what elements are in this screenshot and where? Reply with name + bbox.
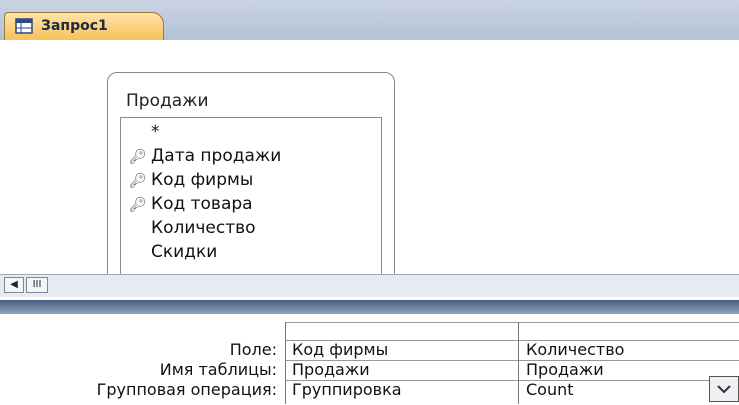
table-title: Продажи [126, 91, 209, 111]
horizontal-scrollbar[interactable]: ◀ III [0, 274, 739, 297]
field-item[interactable]: Количество [129, 218, 256, 242]
table-field-list-window[interactable]: Продажи * 🔑︎ Дата продажи 🔑︎ Код фирмы 🔑︎ К… [107, 72, 395, 288]
chevron-down-icon [717, 385, 731, 394]
field-label: Количество [151, 218, 256, 238]
cell-group-2[interactable]: Count [526, 380, 574, 399]
grid-line [518, 322, 519, 404]
row-label-field: Поле: [229, 340, 277, 359]
cell-table-1[interactable]: Продажи [292, 360, 370, 379]
cell-group-1[interactable]: Группировка [292, 380, 402, 399]
key-icon: 🔑︎ [129, 173, 147, 189]
tab-query1[interactable]: Запрос1 [4, 12, 164, 40]
key-icon: 🔑︎ [129, 149, 147, 165]
field-item[interactable]: 🔑︎ Дата продажи [129, 146, 281, 170]
cell-field-2[interactable]: Количество [526, 340, 624, 359]
query-design-area: Продажи * 🔑︎ Дата продажи 🔑︎ Код фирмы 🔑︎ К… [0, 40, 739, 288]
key-icon: 🔑︎ [129, 197, 147, 213]
grip-icon: III [32, 279, 42, 290]
scrollbar-thumb[interactable]: III [26, 277, 48, 293]
field-label: Код фирмы [151, 170, 254, 190]
scroll-left-button[interactable]: ◀ [4, 277, 24, 293]
field-label: Код товара [151, 194, 253, 214]
field-label: * [151, 122, 160, 142]
cell-field-1[interactable]: Код фирмы [292, 340, 388, 359]
query-design-grid: Поле: Имя таблицы: Групповая операция: К… [0, 314, 739, 404]
tab-title: Запрос1 [41, 18, 108, 34]
query-icon [15, 18, 33, 34]
row-label-group: Групповая операция: [96, 380, 277, 399]
field-label: Дата продажи [151, 146, 282, 166]
grid-line [285, 322, 286, 404]
field-item[interactable]: 🔑︎ Код фирмы [129, 170, 253, 194]
cell-table-2[interactable]: Продажи [526, 360, 604, 379]
field-list[interactable]: * 🔑︎ Дата продажи 🔑︎ Код фирмы 🔑︎ Код товар… [120, 117, 382, 288]
group-op-dropdown-button[interactable] [709, 376, 739, 402]
pane-splitter[interactable] [0, 300, 739, 314]
field-item[interactable]: * [129, 122, 160, 146]
grid-line [285, 322, 739, 323]
row-label-table: Имя таблицы: [159, 360, 277, 379]
field-label: Скидки [151, 242, 218, 262]
document-tab-bar: Запрос1 [0, 0, 739, 41]
field-item[interactable]: 🔑︎ Код товара [129, 194, 253, 218]
field-item[interactable]: Скидки [129, 242, 217, 266]
arrow-left-icon: ◀ [10, 279, 18, 290]
